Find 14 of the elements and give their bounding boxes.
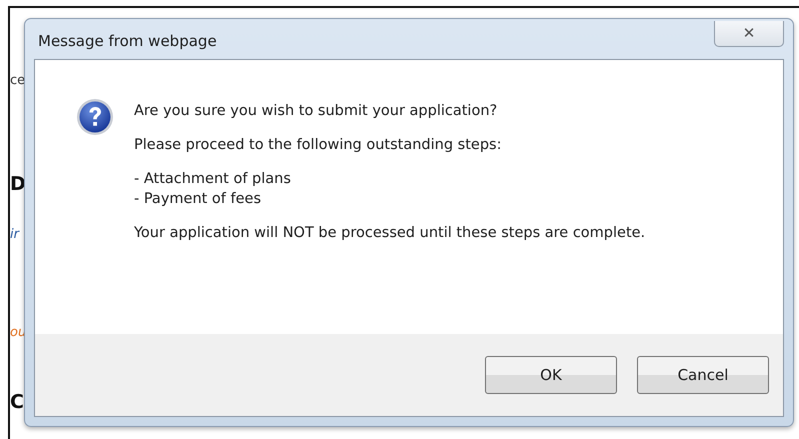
list-item: - Payment of fees bbox=[134, 190, 262, 209]
page-heading: D bbox=[10, 172, 26, 197]
message-text: Your application will NOT be processed until these steps are complete. bbox=[134, 224, 646, 243]
page-link[interactable]: ir bbox=[10, 226, 19, 244]
cancel-button[interactable]: Cancel bbox=[637, 356, 769, 394]
page-text: ce bbox=[10, 72, 26, 90]
page-heading: C bbox=[10, 390, 24, 415]
message-text: Are you sure you wish to submit your application? bbox=[134, 102, 498, 121]
window-title: Message from webpage bbox=[37, 30, 217, 52]
close-button[interactable]: ✕ bbox=[714, 21, 784, 47]
question-icon bbox=[76, 98, 114, 136]
message-text: Please proceed to the following outstanding steps: bbox=[134, 136, 502, 155]
list-item: - Attachment of plans bbox=[134, 170, 292, 189]
ok-button[interactable]: OK bbox=[485, 356, 617, 394]
